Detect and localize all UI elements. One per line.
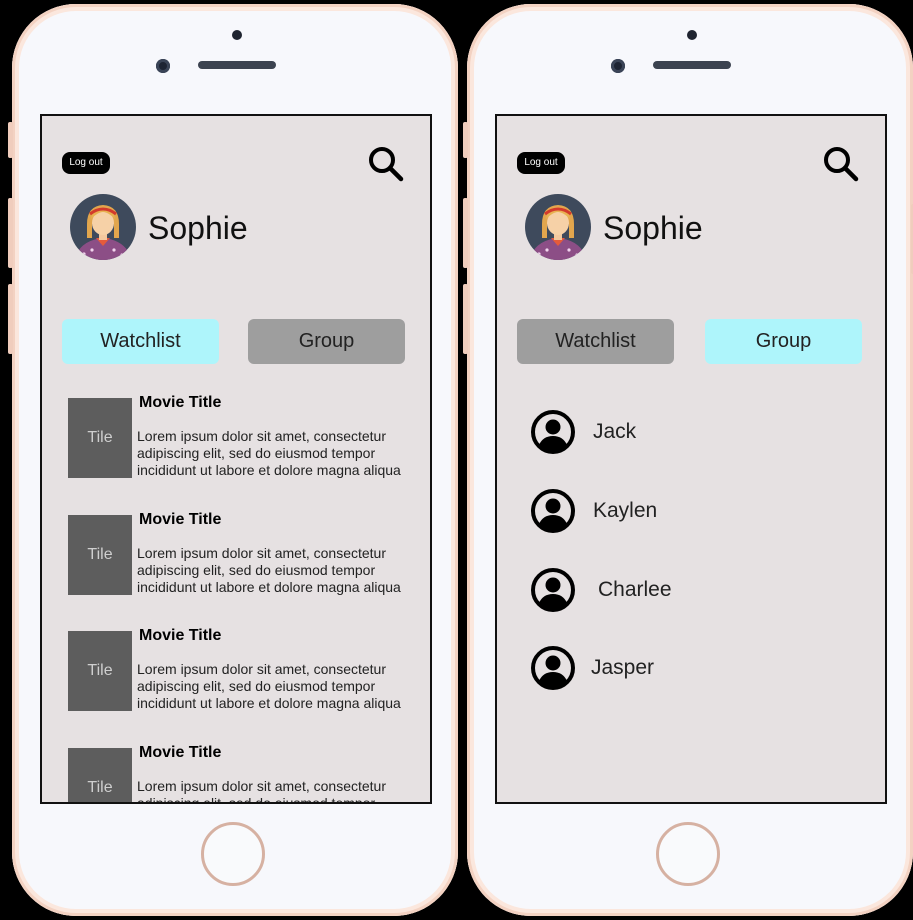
movie-description-line: Lorem ipsum dolor sit amet, consectetur xyxy=(137,428,386,444)
front-camera xyxy=(156,59,170,73)
group-member[interactable]: Charlee xyxy=(531,568,831,618)
username: Sophie xyxy=(603,210,703,246)
movie-item[interactable]: Tile Movie Title Lorem ipsum dolor sit a… xyxy=(68,627,430,712)
movie-description-line: adipiscing elit, sed do eiusmod tempor xyxy=(137,795,376,804)
movie-tile: Tile xyxy=(68,748,132,802)
movie-item[interactable]: Tile Movie Title Lorem ipsum dolor sit a… xyxy=(68,511,430,596)
mute-switch xyxy=(463,122,468,158)
group-member[interactable]: Kaylen xyxy=(531,489,831,539)
search-icon[interactable] xyxy=(366,144,406,184)
movie-description: Lorem ipsum dolor sit amet, consectetur … xyxy=(137,778,430,804)
screen: Log out Sophie Watchlist Group xyxy=(40,114,432,804)
movie-description-line: incididunt ut labore et dolore magna ali… xyxy=(137,695,401,711)
volume-down-button xyxy=(8,284,13,354)
movie-description-line: Lorem ipsum dolor sit amet, consectetur xyxy=(137,778,386,794)
group-member[interactable]: Jack xyxy=(531,410,831,460)
avatar[interactable] xyxy=(525,194,591,260)
movie-title: Movie Title xyxy=(139,627,222,644)
movie-description-line: Lorem ipsum dolor sit amet, consectetur xyxy=(137,661,386,677)
member-name: Jack xyxy=(593,420,637,443)
user-circle-icon xyxy=(531,646,575,690)
phone-watchlist: Log out Sophie Watchlist Group Tile Movi… xyxy=(8,4,458,916)
volume-up-button xyxy=(463,198,468,268)
movie-tile: Tile xyxy=(68,631,132,711)
movie-title: Movie Title xyxy=(139,744,222,761)
user-circle-icon xyxy=(531,568,575,612)
logout-button[interactable]: Log out xyxy=(62,152,110,174)
movie-description: Lorem ipsum dolor sit amet, consectetur … xyxy=(137,545,430,596)
tab-watchlist[interactable]: Watchlist xyxy=(517,319,674,364)
movie-description-line: incididunt ut labore et dolore magna ali… xyxy=(137,462,401,478)
phone-group: Log out Sophie Watchlist Group Jack Kayl… xyxy=(463,4,913,916)
search-icon[interactable] xyxy=(821,144,861,184)
tab-group[interactable]: Group xyxy=(248,319,405,364)
logout-button[interactable]: Log out xyxy=(517,152,565,174)
front-camera xyxy=(611,59,625,73)
volume-down-button xyxy=(463,284,468,354)
movie-description-line: Lorem ipsum dolor sit amet, consectetur xyxy=(137,545,386,561)
proximity-sensor xyxy=(232,30,242,40)
movie-description-line: adipiscing elit, sed do eiusmod tempor xyxy=(137,562,376,578)
user-circle-icon xyxy=(531,489,575,533)
movie-item[interactable]: Tile Movie Title Lorem ipsum dolor sit a… xyxy=(68,394,430,479)
member-name: Jasper xyxy=(591,656,655,679)
tab-group[interactable]: Group xyxy=(705,319,862,364)
proximity-sensor xyxy=(687,30,697,40)
avatar[interactable] xyxy=(70,194,136,260)
movie-title: Movie Title xyxy=(139,511,222,528)
movie-item[interactable]: Tile Movie Title Lorem ipsum dolor sit a… xyxy=(68,744,430,804)
movie-description: Lorem ipsum dolor sit amet, consectetur … xyxy=(137,428,430,479)
earpiece-speaker xyxy=(198,61,276,69)
movie-tile: Tile xyxy=(68,398,132,478)
member-name: Kaylen xyxy=(593,499,658,522)
home-button[interactable] xyxy=(656,822,720,886)
movie-description: Lorem ipsum dolor sit amet, consectetur … xyxy=(137,661,430,712)
tab-watchlist[interactable]: Watchlist xyxy=(62,319,219,364)
username: Sophie xyxy=(148,210,248,246)
volume-up-button xyxy=(8,198,13,268)
movie-description-line: adipiscing elit, sed do eiusmod tempor xyxy=(137,678,376,694)
movie-tile: Tile xyxy=(68,515,132,595)
screen: Log out Sophie Watchlist Group xyxy=(495,114,887,804)
member-name: Charlee xyxy=(598,578,672,601)
mute-switch xyxy=(8,122,13,158)
movie-title: Movie Title xyxy=(139,394,222,411)
user-circle-icon xyxy=(531,410,575,454)
home-button[interactable] xyxy=(201,822,265,886)
movie-description-line: incididunt ut labore et dolore magna ali… xyxy=(137,579,401,595)
group-member[interactable]: Jasper xyxy=(531,646,831,696)
earpiece-speaker xyxy=(653,61,731,69)
movie-description-line: adipiscing elit, sed do eiusmod tempor xyxy=(137,445,376,461)
